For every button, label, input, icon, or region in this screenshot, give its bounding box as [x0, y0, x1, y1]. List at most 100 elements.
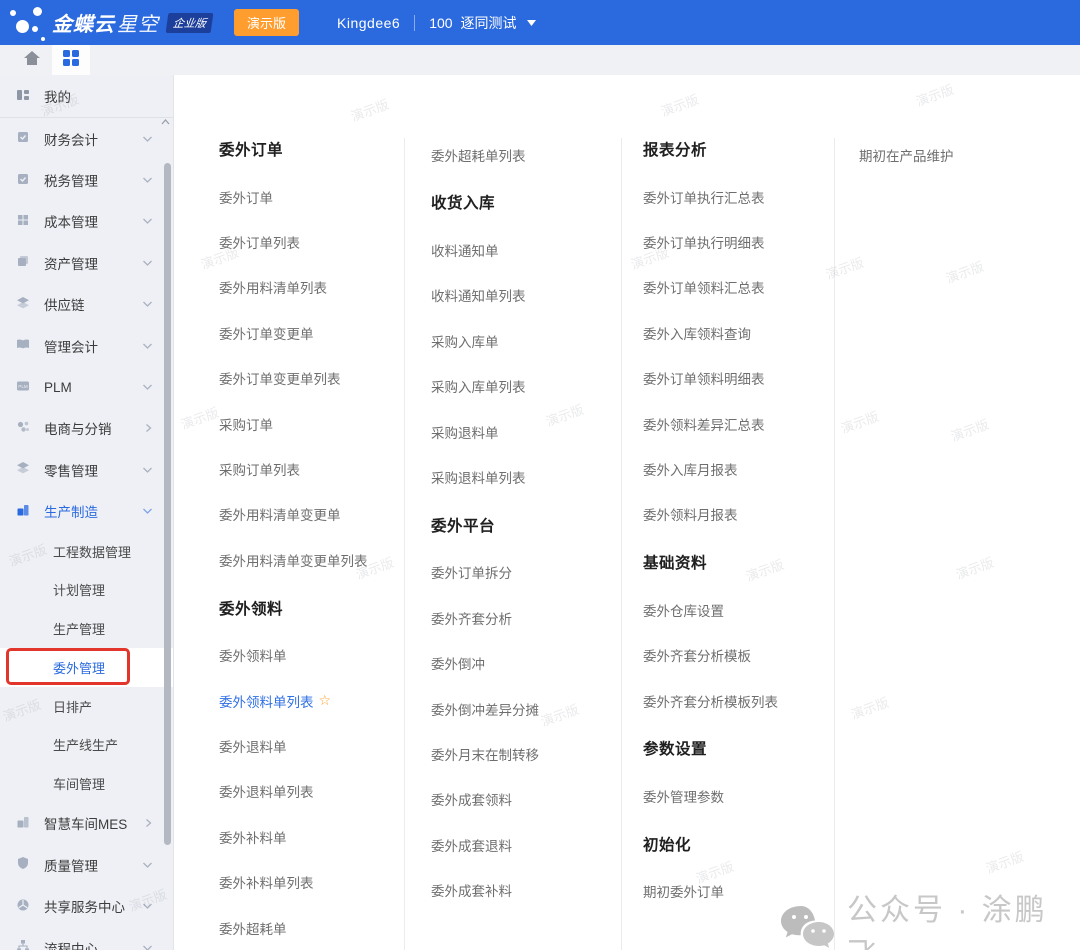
chevron-right-icon: [143, 818, 153, 828]
sidebar-module-供应链[interactable]: 供应链: [0, 284, 173, 325]
kingdee-logo-icon[interactable]: [6, 0, 52, 45]
menu-item-委外补料单列表[interactable]: 委外补料单列表: [219, 859, 404, 904]
menu-item-委外订单拆分[interactable]: 委外订单拆分: [431, 550, 616, 595]
sidebar-subitem-工程数据管理[interactable]: 工程数据管理: [0, 532, 173, 571]
menu-item-采购订单[interactable]: 采购订单: [219, 401, 404, 446]
chevron-down-icon: [527, 20, 536, 26]
scroll-up-icon[interactable]: [161, 119, 170, 125]
menu-item-委外月末在制转移[interactable]: 委外月末在制转移: [431, 731, 616, 776]
menu-tab-active[interactable]: [52, 45, 90, 75]
menu-item-委外倒冲差异分摊[interactable]: 委外倒冲差异分摊: [431, 686, 616, 731]
menu-item-委外补料单[interactable]: 委外补料单: [219, 814, 404, 859]
brand-light: 星空: [117, 14, 159, 36]
menu-item-委外入库领料查询[interactable]: 委外入库领料查询: [643, 310, 828, 355]
menu-item-委外订单领料明细表[interactable]: 委外订单领料明细表: [643, 356, 828, 401]
menu-item-收料通知单[interactable]: 收料通知单: [431, 227, 616, 272]
menu-item-委外管理参数[interactable]: 委外管理参数: [643, 773, 828, 818]
chevron-down-icon: [142, 217, 153, 225]
menu-item-采购入库单[interactable]: 采购入库单: [431, 318, 616, 363]
menu-item-委外齐套分析[interactable]: 委外齐套分析: [431, 595, 616, 640]
brand-title: 金蝶云星空: [52, 8, 159, 37]
menu-item-期初在产品维护[interactable]: 期初在产品维护: [859, 132, 1044, 177]
account-switcher[interactable]: Kingdee6 100 逐同测试: [337, 13, 536, 33]
chevron-right-icon: [143, 423, 153, 433]
menu-item-委外订单列表[interactable]: 委外订单列表: [219, 219, 404, 264]
sidebar-module-智慧车间MES[interactable]: 智慧车间MES: [0, 803, 173, 844]
sidebar-subitem-生产线生产[interactable]: 生产线生产: [0, 725, 173, 764]
menu-column-2: 委外超耗单列表收货入库收料通知单收料通知单列表采购入库单采购入库单列表采购退料单…: [431, 75, 616, 950]
demo-version-badge[interactable]: 演示版: [234, 9, 299, 36]
menu-columns: 委外订单委外订单委外订单列表委外用料清单列表委外订单变更单委外订单变更单列表采购…: [174, 75, 1080, 950]
menu-item-委外成套领料[interactable]: 委外成套领料: [431, 777, 616, 822]
sidebar-subitem-生产管理[interactable]: 生产管理: [0, 609, 173, 648]
menu-item-委外领料差异汇总表[interactable]: 委外领料差异汇总表: [643, 401, 828, 446]
sidebar-module-label: 生产制造: [44, 501, 142, 521]
menu-item-委外成套退料[interactable]: 委外成套退料: [431, 822, 616, 867]
menu-item-采购退料单列表[interactable]: 采购退料单列表: [431, 454, 616, 499]
sidebar-subitem-计划管理[interactable]: 计划管理: [0, 571, 173, 610]
supply-chain-icon: [16, 296, 30, 313]
sidebar-modules: 财务会计税务管理成本管理资产管理供应链管理会计 PLMPLM电商与分销零售管理生产…: [0, 118, 173, 950]
sidebar-subitem-委外管理[interactable]: 委外管理: [0, 648, 173, 687]
sidebar-module-电商与分销[interactable]: 电商与分销: [0, 408, 173, 449]
svg-text:PLM: PLM: [18, 384, 28, 389]
tax-icon: [16, 172, 30, 189]
menu-item-委外超耗单列表[interactable]: 委外超耗单列表: [431, 132, 616, 177]
chevron-down-icon: [142, 300, 153, 308]
menu-item-委外成套补料[interactable]: 委外成套补料: [431, 867, 616, 912]
ecommerce-icon: [16, 420, 30, 437]
menu-column-1: 委外订单委外订单委外订单列表委外用料清单列表委外订单变更单委外订单变更单列表采购…: [219, 75, 404, 950]
sidebar-module-财务会计[interactable]: 财务会计: [0, 118, 173, 159]
cost-icon: [16, 213, 30, 230]
sidebar-scrollbar[interactable]: [164, 163, 171, 845]
sidebar-subitem-日排产[interactable]: 日排产: [0, 687, 173, 726]
menu-item-采购入库单列表[interactable]: 采购入库单列表: [431, 364, 616, 409]
sidebar-module-label: 管理会计: [44, 336, 142, 356]
menu-item-委外退料单[interactable]: 委外退料单: [219, 723, 404, 768]
menu-item-委外用料清单列表[interactable]: 委外用料清单列表: [219, 265, 404, 310]
plm-icon: PLM: [16, 379, 30, 396]
quality-icon: [16, 856, 30, 873]
menu-item-委外领料月报表[interactable]: 委外领料月报表: [643, 492, 828, 537]
menu-item-委外订单执行汇总表[interactable]: 委外订单执行汇总表: [643, 174, 828, 219]
process-center-icon: [16, 939, 30, 950]
menu-item-委外用料清单变更单列表[interactable]: 委外用料清单变更单列表: [219, 537, 404, 582]
menu-item-委外订单变更单[interactable]: 委外订单变更单: [219, 310, 404, 355]
sidebar-module-PLM[interactable]: PLMPLM: [0, 366, 173, 407]
sidebar-subitem-车间管理[interactable]: 车间管理: [0, 764, 173, 803]
menu-item-委外齐套分析模板列表[interactable]: 委外齐套分析模板列表: [643, 678, 828, 723]
sidebar-module-管理会计[interactable]: 管理会计: [0, 325, 173, 366]
sidebar-module-资产管理[interactable]: 资产管理: [0, 242, 173, 283]
chevron-down-icon: [142, 466, 153, 474]
sidebar-module-共享服务中心[interactable]: 共享服务中心: [0, 886, 173, 927]
menu-item-委外退料单列表[interactable]: 委外退料单列表: [219, 769, 404, 814]
sidebar-module-零售管理[interactable]: 零售管理: [0, 449, 173, 490]
sidebar-module-税务管理[interactable]: 税务管理: [0, 159, 173, 200]
menu-group-header: 委外订单: [219, 124, 404, 174]
chevron-down-icon: [142, 383, 153, 391]
menu-item-委外倒冲[interactable]: 委外倒冲: [431, 641, 616, 686]
sidebar-module-质量管理[interactable]: 质量管理: [0, 844, 173, 885]
sidebar-module-成本管理[interactable]: 成本管理: [0, 201, 173, 242]
menu-item-采购退料单[interactable]: 采购退料单: [431, 409, 616, 454]
sidebar-module-流程中心[interactable]: 流程中心: [0, 927, 173, 950]
menu-item-委外用料清单变更单[interactable]: 委外用料清单变更单: [219, 492, 404, 537]
menu-item-收料通知单列表[interactable]: 收料通知单列表: [431, 273, 616, 318]
menu-item-委外订单执行明细表[interactable]: 委外订单执行明细表: [643, 219, 828, 264]
menu-item-委外入库月报表[interactable]: 委外入库月报表: [643, 446, 828, 491]
menu-item-委外超耗单[interactable]: 委外超耗单: [219, 905, 404, 950]
menu-item-采购订单列表[interactable]: 采购订单列表: [219, 446, 404, 491]
menu-item-期初委外订单[interactable]: 期初委外订单: [643, 869, 828, 914]
menu-item-委外订单变更单列表[interactable]: 委外订单变更单列表: [219, 356, 404, 401]
menu-item-委外领料单[interactable]: 委外领料单: [219, 633, 404, 678]
favorite-star-icon[interactable]: ☆: [319, 692, 332, 709]
chevron-down-icon: [142, 507, 153, 515]
home-tab[interactable]: [12, 45, 52, 75]
sidebar-item-my[interactable]: 我的: [0, 75, 173, 118]
menu-item-委外订单领料汇总表[interactable]: 委外订单领料汇总表: [643, 265, 828, 310]
menu-item-委外仓库设置[interactable]: 委外仓库设置: [643, 587, 828, 632]
menu-item-委外齐套分析模板[interactable]: 委外齐套分析模板: [643, 633, 828, 678]
menu-item-委外订单[interactable]: 委外订单: [219, 174, 404, 219]
sidebar-module-生产制造[interactable]: 生产制造: [0, 491, 173, 532]
menu-item-委外领料单列表[interactable]: 委外领料单列表☆: [219, 678, 404, 723]
